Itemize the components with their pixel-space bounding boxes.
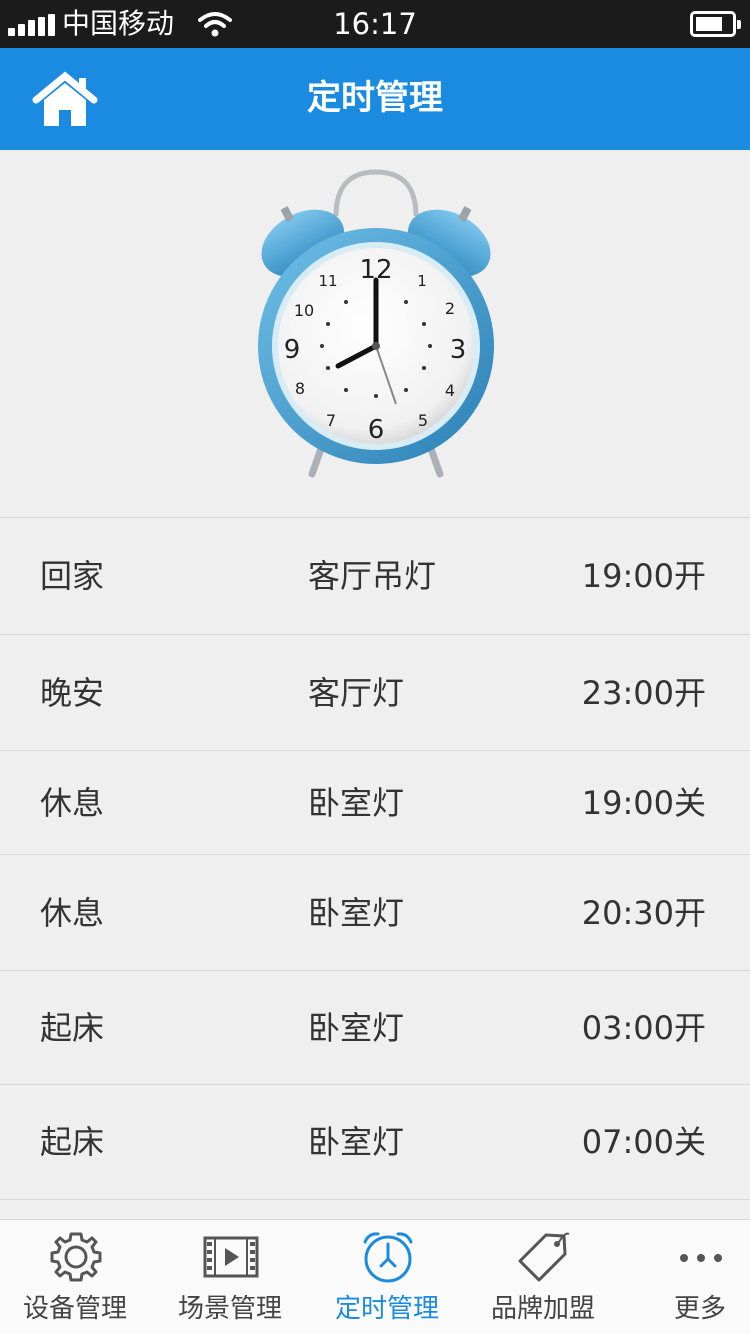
device-name: 卧室灯	[308, 1008, 405, 1047]
status-bar: 中国移动 16:17	[0, 0, 750, 48]
schedule-action: 20:30开	[581, 893, 706, 932]
status-time: 16:17	[333, 7, 417, 41]
tab-timer-management[interactable]: 定时管理	[312, 1220, 462, 1334]
schedule-row[interactable]: 休息 卧室灯 20:30开	[0, 854, 750, 970]
device-name: 客厅灯	[308, 673, 405, 712]
svg-text:7: 7	[326, 411, 336, 430]
schedule-action: 19:00开	[581, 557, 706, 595]
scene-name: 休息	[40, 783, 105, 822]
schedule-action: 03:00开	[581, 1008, 706, 1047]
schedule-row[interactable]: 休息 卧室灯 19:00关	[0, 750, 750, 854]
schedule-action: 19:00关	[581, 783, 706, 822]
tab-label: 场景管理	[177, 1294, 282, 1324]
tab-device-management[interactable]: 设备管理	[0, 1220, 150, 1334]
schedule-row[interactable]: 起床 卧室灯 03:00开	[0, 970, 750, 1084]
hero-banner: 12 1 2 3 4 5 6 7 8 9 10 11	[0, 150, 750, 518]
svg-text:5: 5	[418, 411, 428, 430]
svg-text:6: 6	[368, 415, 385, 445]
svg-text:10: 10	[294, 301, 314, 320]
schedule-action: 23:00开	[581, 673, 706, 712]
film-play-icon	[203, 1236, 259, 1278]
scene-name: 回家	[40, 557, 105, 595]
bottom-tab-bar: 设备管理 场景管理 定时管理 品牌加盟 更多	[0, 1219, 750, 1334]
tab-scene-management[interactable]: 场景管理	[155, 1220, 305, 1334]
scene-name: 晚安	[40, 673, 105, 712]
device-name: 客厅吊灯	[308, 557, 437, 595]
tab-brand-franchise[interactable]: 品牌加盟	[468, 1220, 618, 1334]
svg-text:1: 1	[417, 272, 427, 290]
tab-label: 品牌加盟	[490, 1294, 595, 1324]
tab-label: 定时管理	[334, 1294, 439, 1324]
app-screen: 中国移动 16:17 定时管理 12 1 2 3 4 5 6 7 8 9 10 …	[0, 0, 750, 1334]
header-bar: 定时管理	[0, 48, 750, 150]
svg-text:11: 11	[318, 272, 337, 290]
tab-more[interactable]: 更多	[625, 1220, 750, 1334]
schedule-row[interactable]: 晚安 客厅灯 23:00开	[0, 634, 750, 750]
schedule-list: 回家 客厅吊灯 19:00开 晚安 客厅灯 23:00开 休息 卧室灯 19:0…	[0, 517, 750, 1200]
svg-text:2: 2	[445, 299, 455, 318]
schedule-row[interactable]: 回家 客厅吊灯 19:00开	[0, 517, 750, 634]
scene-name: 起床	[40, 1123, 105, 1161]
tab-label: 设备管理	[22, 1294, 127, 1324]
page-title: 定时管理	[307, 78, 443, 118]
battery-icon	[690, 11, 741, 37]
schedule-row[interactable]: 起床 卧室灯 07:00关	[0, 1084, 750, 1200]
schedule-action: 07:00关	[581, 1123, 706, 1161]
alarm-clock-icon	[363, 1232, 413, 1283]
device-name: 卧室灯	[308, 1123, 405, 1161]
alarm-clock-illustration: 12 1 2 3 4 5 6 7 8 9 10 11	[258, 169, 494, 478]
scene-name: 休息	[40, 893, 105, 932]
tag-icon	[518, 1232, 570, 1282]
svg-text:8: 8	[295, 379, 305, 398]
svg-text:4: 4	[445, 381, 455, 400]
more-icon	[680, 1254, 722, 1262]
svg-text:9: 9	[284, 335, 301, 365]
svg-text:3: 3	[450, 335, 467, 365]
scene-name: 起床	[40, 1008, 105, 1047]
device-name: 卧室灯	[308, 893, 405, 932]
device-name: 卧室灯	[308, 783, 405, 822]
tab-label: 更多	[673, 1294, 726, 1324]
gear-icon	[50, 1232, 102, 1282]
